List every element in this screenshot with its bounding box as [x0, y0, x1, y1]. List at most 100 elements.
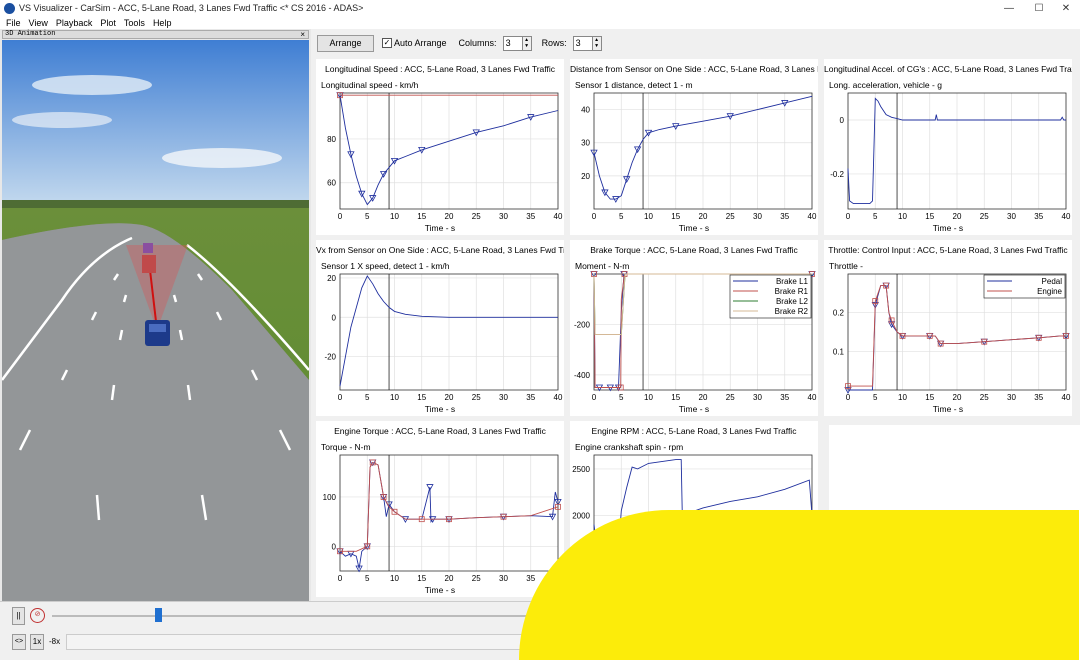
x-tick-label: 15 [671, 393, 680, 402]
x-tick-label: 5 [365, 393, 370, 402]
x-tick-label: 40 [554, 212, 563, 221]
x-tick-label: 15 [925, 393, 934, 402]
plot-throttle[interactable]: 0 5 10 15 20 25 30 35 40 0.1 0.2 Pedal Engine Thrott… [824, 240, 1072, 416]
y-tick-label: 60 [327, 179, 336, 188]
menu-view[interactable]: View [29, 18, 48, 28]
x-tick-label: 5 [365, 212, 370, 221]
pause-button[interactable]: || [12, 607, 25, 625]
y-tick-label: -20 [324, 353, 336, 362]
x-tick-label: 25 [980, 393, 989, 402]
x-tick-label: 25 [472, 574, 481, 583]
plot-xlabel: Time - s [932, 223, 964, 233]
plot-longitudinal-speed[interactable]: 0 5 10 15 20 25 30 35 40 60 80 Longitudinal Speed … [316, 59, 564, 235]
x-tick-label: 40 [808, 212, 817, 221]
y-tick-label: -0.2 [830, 170, 844, 179]
x-tick-label: 25 [726, 393, 735, 402]
plot-xlabel: Time - s [678, 404, 710, 414]
window-title: VS Visualizer - CarSim - ACC, 5-Lane Roa… [19, 3, 364, 13]
down-arrow-icon[interactable]: ▼ [524, 43, 529, 49]
yellow-overlay [519, 510, 1079, 660]
x-tick-label: 35 [780, 393, 789, 402]
step-back-button[interactable]: <> [12, 634, 26, 650]
x-tick-label: 25 [726, 212, 735, 221]
x-tick-label: 35 [1034, 212, 1043, 221]
x-tick-label: 20 [699, 212, 708, 221]
menu-help[interactable]: Help [153, 18, 172, 28]
plot-title: Throttle: Control Input : ACC, 5-Lane Ro… [828, 245, 1068, 255]
speed-button[interactable]: 1x [30, 634, 44, 650]
plot-sensor-distance[interactable]: 0 5 10 15 20 25 30 35 40 20 30 40 Distance from Sen… [570, 59, 818, 235]
plot-engine-torque[interactable]: 05101520253035400100 Engine Torque : ACC… [316, 421, 564, 597]
scene-graphic [1, 40, 310, 601]
plot-title: Engine RPM : ACC, 5-Lane Road, 3 Lanes F… [591, 426, 797, 436]
menu-file[interactable]: File [6, 18, 21, 28]
auto-arrange-checkbox[interactable]: ✓ [382, 38, 392, 48]
plot-vx-sensor[interactable]: 0 5 10 15 20 25 30 35 40 -20 0 20 Vx from Sensor on… [316, 240, 564, 416]
plot-title: Longitudinal Accel. of CG's : ACC, 5-Lan… [824, 64, 1072, 74]
animation-pane: 3D Animation × [0, 29, 311, 601]
rows-stepper[interactable]: 3 ▲ ▼ [572, 35, 602, 51]
menu-bar: File View Playback Plot Tools Help [0, 16, 1080, 29]
x-tick-label: 10 [644, 212, 653, 221]
x-tick-label: 40 [554, 393, 563, 402]
arrange-button[interactable]: Arrange [317, 34, 374, 52]
y-tick-label: 0 [332, 542, 337, 551]
x-tick-label: 0 [338, 212, 343, 221]
x-tick-label: 15 [671, 212, 680, 221]
x-tick-label: 35 [526, 212, 535, 221]
columns-stepper[interactable]: 3 ▲ ▼ [502, 35, 532, 51]
no-loop-icon[interactable]: ⊘ [30, 608, 45, 623]
plot-longitudinal-accel[interactable]: 0 5 10 15 20 25 30 35 40 -0.2 0 Longitudinal Accel… [824, 59, 1072, 235]
minimize-icon[interactable]: — [995, 0, 1023, 16]
y-tick-label: 80 [327, 135, 336, 144]
columns-value[interactable]: 3 [502, 35, 523, 51]
plot-title: Distance from Sensor on One Side : ACC, … [570, 64, 818, 74]
rate-label: -8x [49, 637, 61, 646]
plot-xlabel: Time - s [678, 223, 710, 233]
y-tick-label: -200 [574, 320, 591, 329]
down-arrow-icon[interactable]: ▼ [594, 43, 599, 49]
x-tick-label: 10 [390, 212, 399, 221]
x-tick-label: 35 [780, 212, 789, 221]
plot-brake-torque[interactable]: 0 5 10 15 20 25 30 35 40 -400 -200 Brake L1 Brake R1… [570, 240, 818, 416]
plot-title: Longitudinal Speed : ACC, 5-Lane Road, 3… [325, 64, 555, 74]
x-tick-label: 15 [925, 212, 934, 221]
x-tick-label: 5 [619, 212, 624, 221]
columns-arrows[interactable]: ▲ ▼ [522, 35, 532, 51]
legend-label: Brake L2 [776, 297, 809, 306]
plot-xlabel: Time - s [424, 585, 456, 595]
plot-xlabel: Time - s [932, 404, 964, 414]
x-tick-label: 10 [644, 393, 653, 402]
maximize-icon[interactable]: ☐ [1025, 0, 1053, 16]
legend-label: Brake R1 [775, 287, 809, 296]
x-tick-label: 40 [808, 393, 817, 402]
x-tick-label: 0 [592, 212, 597, 221]
rows-value[interactable]: 3 [572, 35, 593, 51]
y-tick-label: 0.1 [833, 347, 845, 356]
animation-viewport[interactable] [1, 40, 310, 601]
rows-arrows[interactable]: ▲ ▼ [592, 35, 602, 51]
menu-tools[interactable]: Tools [124, 18, 145, 28]
x-tick-label: 30 [753, 393, 762, 402]
x-tick-label: 0 [592, 393, 597, 402]
plot-ylabel: Sensor 1 distance, detect 1 - m [575, 80, 693, 90]
title-bar: VS Visualizer - CarSim - ACC, 5-Lane Roa… [0, 0, 1080, 16]
x-tick-label: 40 [1062, 212, 1071, 221]
plot-ylabel: Throttle - [829, 261, 864, 271]
menu-plot[interactable]: Plot [100, 18, 116, 28]
time-slider-thumb[interactable] [154, 608, 162, 622]
y-tick-label: 30 [581, 139, 590, 148]
x-tick-label: 15 [417, 212, 426, 221]
rate-slider[interactable] [66, 634, 526, 650]
plot-ylabel: Moment - N-m [575, 261, 630, 271]
close-pane-icon[interactable]: × [300, 31, 305, 39]
rows-label: Rows: [541, 38, 567, 48]
menu-playback[interactable]: Playback [56, 18, 93, 28]
close-window-icon[interactable]: ✕ [1052, 0, 1080, 16]
x-tick-label: 10 [390, 574, 399, 583]
x-tick-label: 40 [1062, 393, 1071, 402]
time-slider[interactable] [52, 615, 532, 617]
ego-vehicle [145, 320, 170, 346]
x-tick-label: 25 [472, 393, 481, 402]
plot-toolbar: Arrange ✓ Auto Arrange Columns: 3 ▲ ▼ Row… [313, 31, 1080, 55]
